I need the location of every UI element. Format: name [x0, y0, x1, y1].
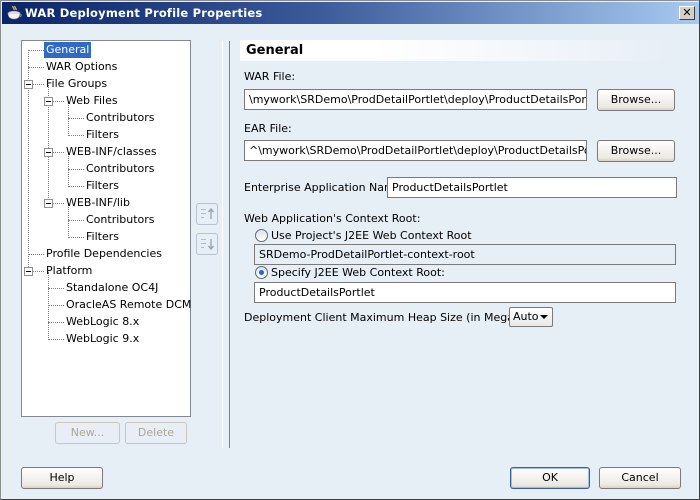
coffee-cup-icon	[6, 5, 22, 21]
tree-item[interactable]: Profile Dependencies	[44, 246, 164, 262]
tree-connector	[68, 135, 84, 136]
tree-item[interactable]: WEB-INF/classes	[64, 144, 159, 160]
use-project-context-root-label[interactable]: Use Project's J2EE Web Context Root	[271, 229, 472, 242]
panel-divider-light	[222, 41, 223, 448]
close-icon: ✕	[682, 6, 692, 19]
context-root-label: Web Application's Context Root:	[244, 212, 421, 225]
help-button-label: Help	[49, 471, 75, 484]
tree-item[interactable]: WAR Options	[44, 59, 119, 75]
delete-button-label: Delete	[137, 426, 175, 439]
close-button[interactable]: ✕	[679, 6, 695, 20]
tree-item[interactable]: Filters	[84, 127, 121, 143]
browse-war-button[interactable]: Browse...	[597, 89, 675, 111]
collapse-icon[interactable]	[24, 267, 33, 276]
collapse-icon[interactable]	[24, 80, 33, 89]
war-file-input[interactable]: \mywork\SRDemo\ProdDetailPortlet\deploy\…	[244, 89, 587, 110]
tree-connector	[68, 186, 84, 187]
tree-connector	[28, 254, 44, 255]
tree-item[interactable]: General	[44, 42, 92, 58]
ear-file-input[interactable]: ^\mywork\SRDemo\ProdDetailPortlet\deploy…	[244, 140, 587, 161]
browse-war-label: Browse...	[610, 93, 662, 106]
tree-item[interactable]: WebLogic 8.x	[64, 314, 141, 330]
move-down-button[interactable]	[196, 233, 218, 255]
navigation-tree[interactable]: General WAR Options File Groups Web Files Co…	[21, 40, 191, 417]
heap-size-value: Auto	[513, 310, 539, 323]
specify-context-root-radio[interactable]	[255, 266, 268, 279]
tree-item[interactable]: Platform	[44, 263, 94, 279]
cancel-button-label: Cancel	[621, 471, 659, 484]
tree-connector	[48, 322, 64, 323]
ok-button[interactable]: OK	[510, 467, 590, 489]
tree-connector	[68, 118, 84, 119]
tree-item[interactable]: Filters	[84, 229, 121, 245]
collapse-icon[interactable]	[44, 148, 53, 157]
tree-connector	[28, 67, 44, 68]
collapse-icon[interactable]	[44, 97, 53, 106]
specify-context-root-input[interactable]: ProductDetailsPortlet	[254, 282, 676, 303]
chevron-down-icon	[540, 315, 548, 319]
move-down-icon	[201, 239, 215, 251]
move-up-button[interactable]	[196, 203, 218, 225]
tree-connector	[68, 220, 84, 221]
tree-item[interactable]: Contributors	[84, 110, 157, 126]
ok-button-label: OK	[542, 471, 558, 484]
section-header: General	[240, 40, 677, 61]
project-context-root-field: SRDemo-ProdDetailPortlet-context-root	[254, 244, 676, 265]
browse-ear-button[interactable]: Browse...	[597, 140, 675, 162]
tree-connector	[28, 50, 44, 51]
heap-size-label: Deployment Client Maximum Heap Size (in …	[244, 311, 553, 324]
tree-connector	[68, 169, 84, 170]
dialog-window: WAR Deployment Profile Properties ✕ Gene…	[0, 0, 700, 500]
tree-connector	[48, 339, 64, 340]
help-button[interactable]: Help	[21, 467, 103, 489]
use-project-context-root-radio[interactable]	[255, 229, 268, 242]
war-file-label: WAR File:	[244, 70, 296, 83]
tree-item[interactable]: WebLogic 9.x	[64, 331, 141, 347]
tree-connector	[48, 305, 64, 306]
move-up-icon	[201, 207, 215, 219]
tree-connector	[48, 288, 64, 289]
tree-item[interactable]: File Groups	[44, 76, 109, 92]
ear-file-label: EAR File:	[244, 122, 292, 135]
tree-item[interactable]: Filters	[84, 178, 121, 194]
heap-size-dropdown[interactable]: Auto	[509, 307, 553, 327]
specify-context-root-label[interactable]: Specify J2EE Web Context Root:	[271, 266, 445, 279]
new-button[interactable]: New...	[55, 422, 120, 444]
tree-item[interactable]: Standalone OC4J	[64, 280, 160, 296]
tree-item[interactable]: OracleAS Remote DCM	[64, 297, 193, 313]
tree-item[interactable]: WEB-INF/lib	[64, 195, 132, 211]
browse-ear-label: Browse...	[610, 144, 662, 157]
cancel-button[interactable]: Cancel	[599, 467, 681, 489]
tree-guide	[48, 272, 49, 340]
tree-item[interactable]: Contributors	[84, 161, 157, 177]
enterprise-app-name-label: Enterprise Application Name:	[244, 181, 406, 194]
window-title: WAR Deployment Profile Properties	[25, 6, 263, 20]
delete-button[interactable]: Delete	[125, 422, 187, 444]
new-button-label: New...	[70, 426, 105, 439]
panel-divider	[229, 41, 230, 448]
tree-item[interactable]: Web Files	[64, 93, 120, 109]
enterprise-app-name-input[interactable]: ProductDetailsPortlet	[387, 177, 677, 198]
tree-item[interactable]: Contributors	[84, 212, 157, 228]
collapse-icon[interactable]	[44, 199, 53, 208]
title-bar[interactable]: WAR Deployment Profile Properties ✕	[2, 2, 699, 24]
tree-connector	[68, 237, 84, 238]
